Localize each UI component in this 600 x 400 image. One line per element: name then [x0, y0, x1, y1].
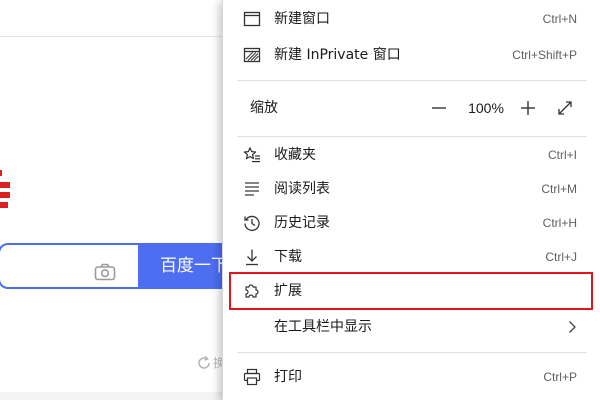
printer-icon [243, 368, 261, 386]
page-top-bar [0, 0, 232, 37]
baidu-logo-fragment [0, 170, 10, 208]
settings-menu: 新建窗口 Ctrl+N 新建 InPrivate 窗口 Ctrl+Shift+P… [222, 0, 600, 400]
menu-item-shortcut: Ctrl+N [542, 12, 577, 26]
puzzle-piece-icon [245, 284, 259, 298]
inprivate-window-icon [243, 47, 261, 63]
menu-item-label: 打印 [274, 369, 302, 385]
menu-item-reading-list[interactable]: 阅读列表 Ctrl+M [223, 172, 600, 206]
camera-icon[interactable] [94, 263, 116, 281]
menu-item-label: 在工具栏中显示 [274, 319, 372, 335]
zoom-row: 缩放 100% [223, 88, 600, 128]
menu-item-label: 收藏夹 [274, 147, 316, 163]
menu-item-shortcut: Ctrl+M [541, 182, 577, 196]
menu-item-downloads[interactable]: 下载 Ctrl+J [223, 240, 600, 274]
menu-item-history[interactable]: 历史记录 Ctrl+H [223, 206, 600, 240]
menu-item-label: 历史记录 [274, 215, 330, 231]
refresh-icon[interactable] [196, 355, 212, 371]
window-icon [243, 11, 261, 27]
menu-item-favorites[interactable]: 收藏夹 Ctrl+I [223, 138, 600, 172]
menu-item-shortcut: Ctrl+I [547, 148, 577, 162]
minus-icon[interactable] [431, 100, 447, 116]
menu-item-shortcut: Ctrl+P [543, 370, 577, 384]
menu-item-label: 扩展 [274, 283, 302, 299]
menu-item-shortcut: Ctrl+J [545, 250, 577, 264]
menu-item-label: 新建窗口 [274, 11, 330, 27]
favorites-star-icon [243, 147, 260, 163]
menu-item-label: 阅读列表 [274, 181, 330, 197]
download-icon [246, 249, 258, 266]
menu-item-new-window[interactable]: 新建窗口 Ctrl+N [223, 2, 600, 36]
menu-item-label: 新建 InPrivate 窗口 [274, 47, 401, 63]
reading-list-icon [245, 182, 259, 196]
search-input[interactable] [0, 243, 138, 289]
menu-item-label: 下载 [274, 249, 302, 265]
menu-item-extensions[interactable]: 扩展 [223, 274, 600, 308]
zoom-label: 缩放 [250, 100, 278, 116]
chevron-right-icon [569, 321, 576, 333]
menu-item-shortcut: Ctrl+Shift+P [512, 48, 577, 62]
menu-divider [237, 80, 587, 81]
menu-item-shortcut: Ctrl+H [542, 216, 577, 230]
history-icon [244, 215, 260, 232]
menu-divider [237, 136, 587, 137]
menu-item-show-in-toolbar[interactable]: 在工具栏中显示 [223, 310, 600, 344]
menu-item-print[interactable]: 打印 Ctrl+P [223, 360, 600, 394]
menu-divider [237, 352, 587, 353]
plus-icon[interactable] [520, 100, 536, 116]
page-bottom-strip [0, 392, 232, 400]
fullscreen-icon[interactable] [557, 100, 573, 116]
menu-item-new-inprivate-window[interactable]: 新建 InPrivate 窗口 Ctrl+Shift+P [223, 38, 600, 72]
zoom-value: 100% [468, 100, 504, 116]
search-button[interactable]: 百度一下 [138, 243, 232, 289]
